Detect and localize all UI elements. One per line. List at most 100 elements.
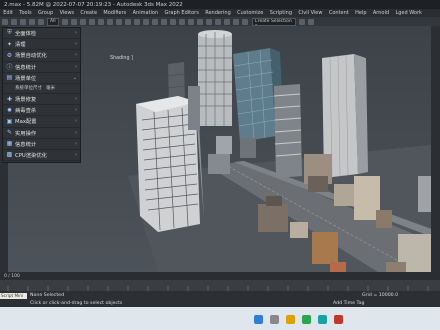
- chevron-right-icon: ›: [75, 129, 77, 136]
- window-title: 2.max - 5.82M @ 2022-07-07 20:19:23 - Au…: [4, 1, 183, 8]
- panel-item-scene-repair[interactable]: ✚ 场景修复 ›: [3, 94, 80, 106]
- chevron-right-icon: ›: [75, 63, 77, 70]
- snap-icon[interactable]: [134, 18, 141, 25]
- window-crossing-icon[interactable]: [89, 18, 96, 25]
- teapot-icon[interactable]: [308, 18, 315, 25]
- frame-counter: 0 / 100: [4, 273, 20, 279]
- undo-icon[interactable]: [1, 18, 8, 25]
- track-bar[interactable]: [0, 280, 440, 291]
- link-icon[interactable]: [19, 18, 26, 25]
- chevron-right-icon: ›: [75, 151, 77, 158]
- cpu-icon: ▩: [6, 151, 13, 159]
- panel-item-cpu-render[interactable]: ▩ CPU渲染优化 ›: [3, 150, 80, 162]
- menu-civil-view[interactable]: Civil View: [298, 10, 322, 16]
- mirror-icon[interactable]: [170, 18, 177, 25]
- panel-item-full-check[interactable]: ⛨ 全面体检 ›: [3, 28, 80, 40]
- menu-group[interactable]: Group: [38, 10, 53, 16]
- curve-editor-icon[interactable]: [206, 18, 213, 25]
- rect-select-icon[interactable]: [80, 18, 87, 25]
- chrome-icon[interactable]: [302, 315, 311, 324]
- material-editor-icon[interactable]: [224, 18, 231, 25]
- file-explorer-icon[interactable]: [286, 315, 295, 324]
- bind-icon[interactable]: [37, 18, 44, 25]
- scene-explorer-icon[interactable]: [197, 18, 204, 25]
- panel-item-auto-optimize[interactable]: ⚙ 场景自动优化 ›: [3, 50, 80, 62]
- wrench-icon: ✎: [6, 129, 13, 137]
- windows-taskbar: [0, 307, 440, 330]
- menu-views[interactable]: Views: [60, 10, 74, 16]
- maxscript-mini-listener[interactable]: Script Mini: [0, 293, 27, 299]
- named-selection-set[interactable]: Create Selection Se: [251, 17, 296, 26]
- selection-status: None Selected: [30, 293, 65, 298]
- menu-edit[interactable]: Edit: [3, 10, 13, 16]
- menu-animation[interactable]: Animation: [133, 10, 159, 16]
- low-block: [208, 154, 230, 174]
- virus-icon: ✹: [6, 106, 13, 114]
- shield-icon: ⛨: [7, 29, 12, 37]
- app-icon[interactable]: [334, 315, 343, 324]
- panel-item-max-config[interactable]: ▣ Max配置 ›: [3, 116, 80, 128]
- title-bar: 2.max - 5.82M @ 2022-07-07 20:19:23 - Au…: [0, 0, 440, 9]
- ruler-icon: ▤: [6, 74, 13, 82]
- percent-snap-icon[interactable]: [152, 18, 159, 25]
- tools-icon: ✚: [6, 95, 13, 103]
- info-icon: ⓘ: [6, 64, 13, 72]
- menu-help[interactable]: Help: [355, 10, 366, 16]
- cylinder-tower: [198, 30, 232, 126]
- placement-icon[interactable]: [125, 18, 132, 25]
- spinner-snap-icon[interactable]: [161, 18, 168, 25]
- stats-icon: ▦: [6, 140, 13, 148]
- grid-size: Grid = 10000.0: [362, 293, 399, 298]
- unlink-icon[interactable]: [28, 18, 35, 25]
- 3dsmax-icon[interactable]: [318, 315, 327, 324]
- menu-customize[interactable]: Customize: [237, 10, 263, 16]
- render-setup-icon[interactable]: [233, 18, 240, 25]
- windows-start-icon[interactable]: [254, 315, 263, 324]
- render-frame-icon[interactable]: [242, 18, 249, 25]
- menu-arnold[interactable]: Arnold: [373, 10, 389, 16]
- chevron-right-icon: ›: [75, 107, 77, 114]
- prompt-hint: Click or click-and-drag to select object…: [30, 301, 123, 306]
- menu-create[interactable]: Create: [80, 10, 97, 16]
- scene-check-panel: ⛨ 全面体检 › ✦ 清理 › ⚙ 场景自动优化 › ⓘ 信息统计 › ▤ 场景…: [2, 27, 81, 163]
- chevron-right-icon: ›: [75, 96, 77, 103]
- move-icon[interactable]: [98, 18, 105, 25]
- schematic-icon[interactable]: [215, 18, 222, 25]
- select-by-name-icon[interactable]: [71, 18, 78, 25]
- system-unit-value[interactable]: 毫米: [46, 85, 55, 91]
- panel-item-info-stats-2[interactable]: ▦ 信息统计 ›: [3, 139, 80, 150]
- menu-modifiers[interactable]: Modifiers: [103, 10, 126, 16]
- align-icon[interactable]: [179, 18, 186, 25]
- panel-item-virus-scan[interactable]: ✹ 病毒查杀 ›: [3, 105, 80, 117]
- selection-filter-dropdown[interactable]: All: [47, 17, 59, 26]
- rotate-icon[interactable]: [107, 18, 114, 25]
- redo-icon[interactable]: [10, 18, 17, 25]
- render-icon[interactable]: [299, 18, 306, 25]
- timeline-bar[interactable]: 0 / 100: [0, 272, 440, 280]
- menu-content[interactable]: Content: [329, 10, 349, 16]
- system-unit-row: 系统单位尺寸 毫米: [3, 84, 80, 94]
- menu-scripting[interactable]: Scripting: [270, 10, 292, 16]
- panel-item-utilities[interactable]: ✎ 实用操作 ›: [3, 128, 80, 139]
- search-icon[interactable]: [270, 315, 279, 324]
- broom-icon: ✦: [6, 40, 13, 48]
- right-panel-edge: [431, 26, 440, 272]
- chevron-down-icon: ⌄: [72, 74, 77, 81]
- panel-item-clean[interactable]: ✦ 清理 ›: [3, 39, 80, 51]
- select-icon[interactable]: [62, 18, 69, 25]
- menu-rendering[interactable]: Rendering: [205, 10, 231, 16]
- menu-tools[interactable]: Tools: [19, 10, 31, 16]
- scale-icon[interactable]: [116, 18, 123, 25]
- angle-snap-icon[interactable]: [143, 18, 150, 25]
- chevron-right-icon: ›: [75, 140, 77, 147]
- menu-lged-work[interactable]: Lged Work: [395, 10, 421, 16]
- layers-icon[interactable]: [188, 18, 195, 25]
- add-time-tag[interactable]: Add Time Tag: [333, 301, 364, 306]
- chevron-right-icon: ›: [75, 30, 77, 37]
- panel-item-scene-units[interactable]: ▤ 场景单位 ⌄: [3, 73, 80, 84]
- viewport-label[interactable]: Shading ]: [110, 56, 133, 61]
- panel-item-info-stats[interactable]: ⓘ 信息统计 ›: [3, 62, 80, 73]
- chevron-right-icon: ›: [75, 41, 77, 48]
- menu-graph-editors[interactable]: Graph Editors: [165, 10, 199, 16]
- max-icon: ▣: [6, 117, 13, 125]
